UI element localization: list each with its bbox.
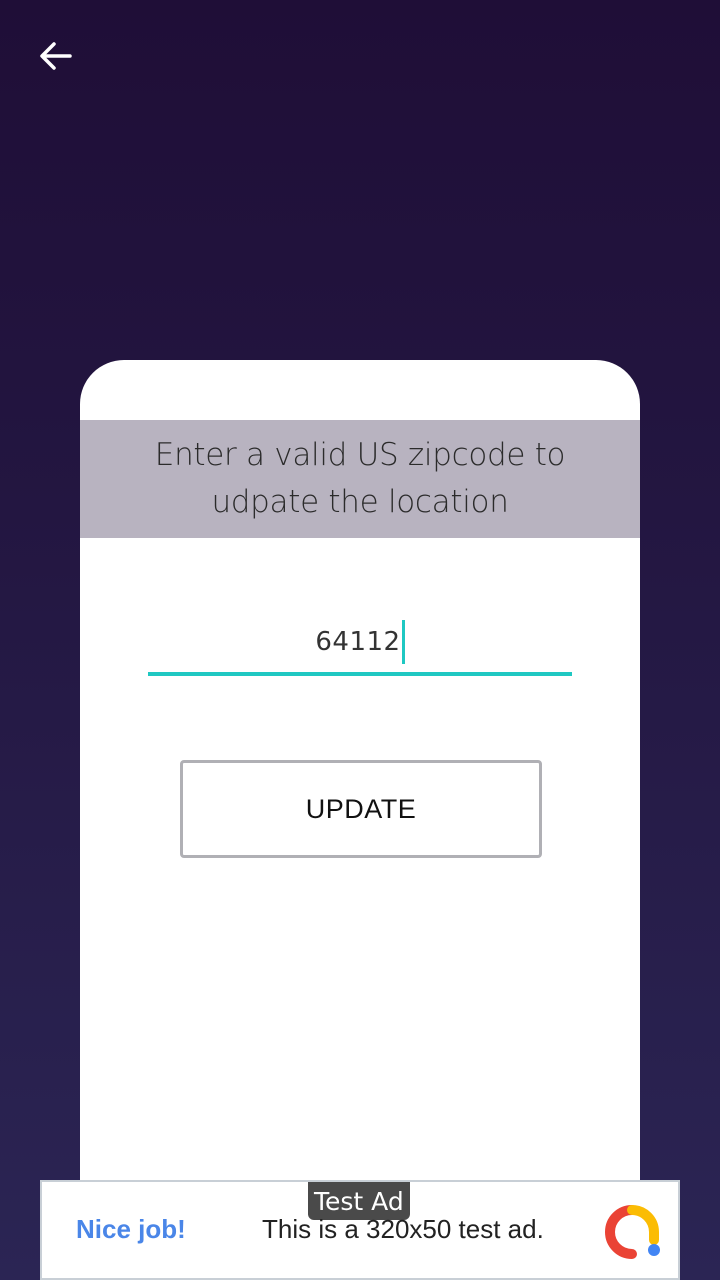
- zipcode-card: Enter a valid US zipcode to udpate the l…: [80, 360, 640, 1280]
- text-cursor: [401, 620, 405, 664]
- ad-body-text: This is a 320x50 test ad.: [262, 1214, 544, 1244]
- zipcode-input[interactable]: 64112: [148, 612, 572, 676]
- back-button[interactable]: [28, 28, 84, 84]
- admob-logo-icon: [605, 1205, 660, 1259]
- instruction-text: Enter a valid US zipcode to udpate the l…: [154, 437, 566, 520]
- card-header: Enter a valid US zipcode to udpate the l…: [80, 420, 640, 538]
- update-button[interactable]: UPDATE: [180, 760, 542, 858]
- test-ad-label: Test Ad: [314, 1186, 404, 1216]
- ad-banner[interactable]: Test Ad Nice job! This is a 320x50 test …: [40, 1180, 680, 1280]
- update-button-label: UPDATE: [305, 793, 417, 824]
- zipcode-value: 64112: [315, 627, 401, 657]
- ad-headline[interactable]: Nice job!: [76, 1214, 186, 1245]
- arrow-left-icon: [40, 42, 72, 70]
